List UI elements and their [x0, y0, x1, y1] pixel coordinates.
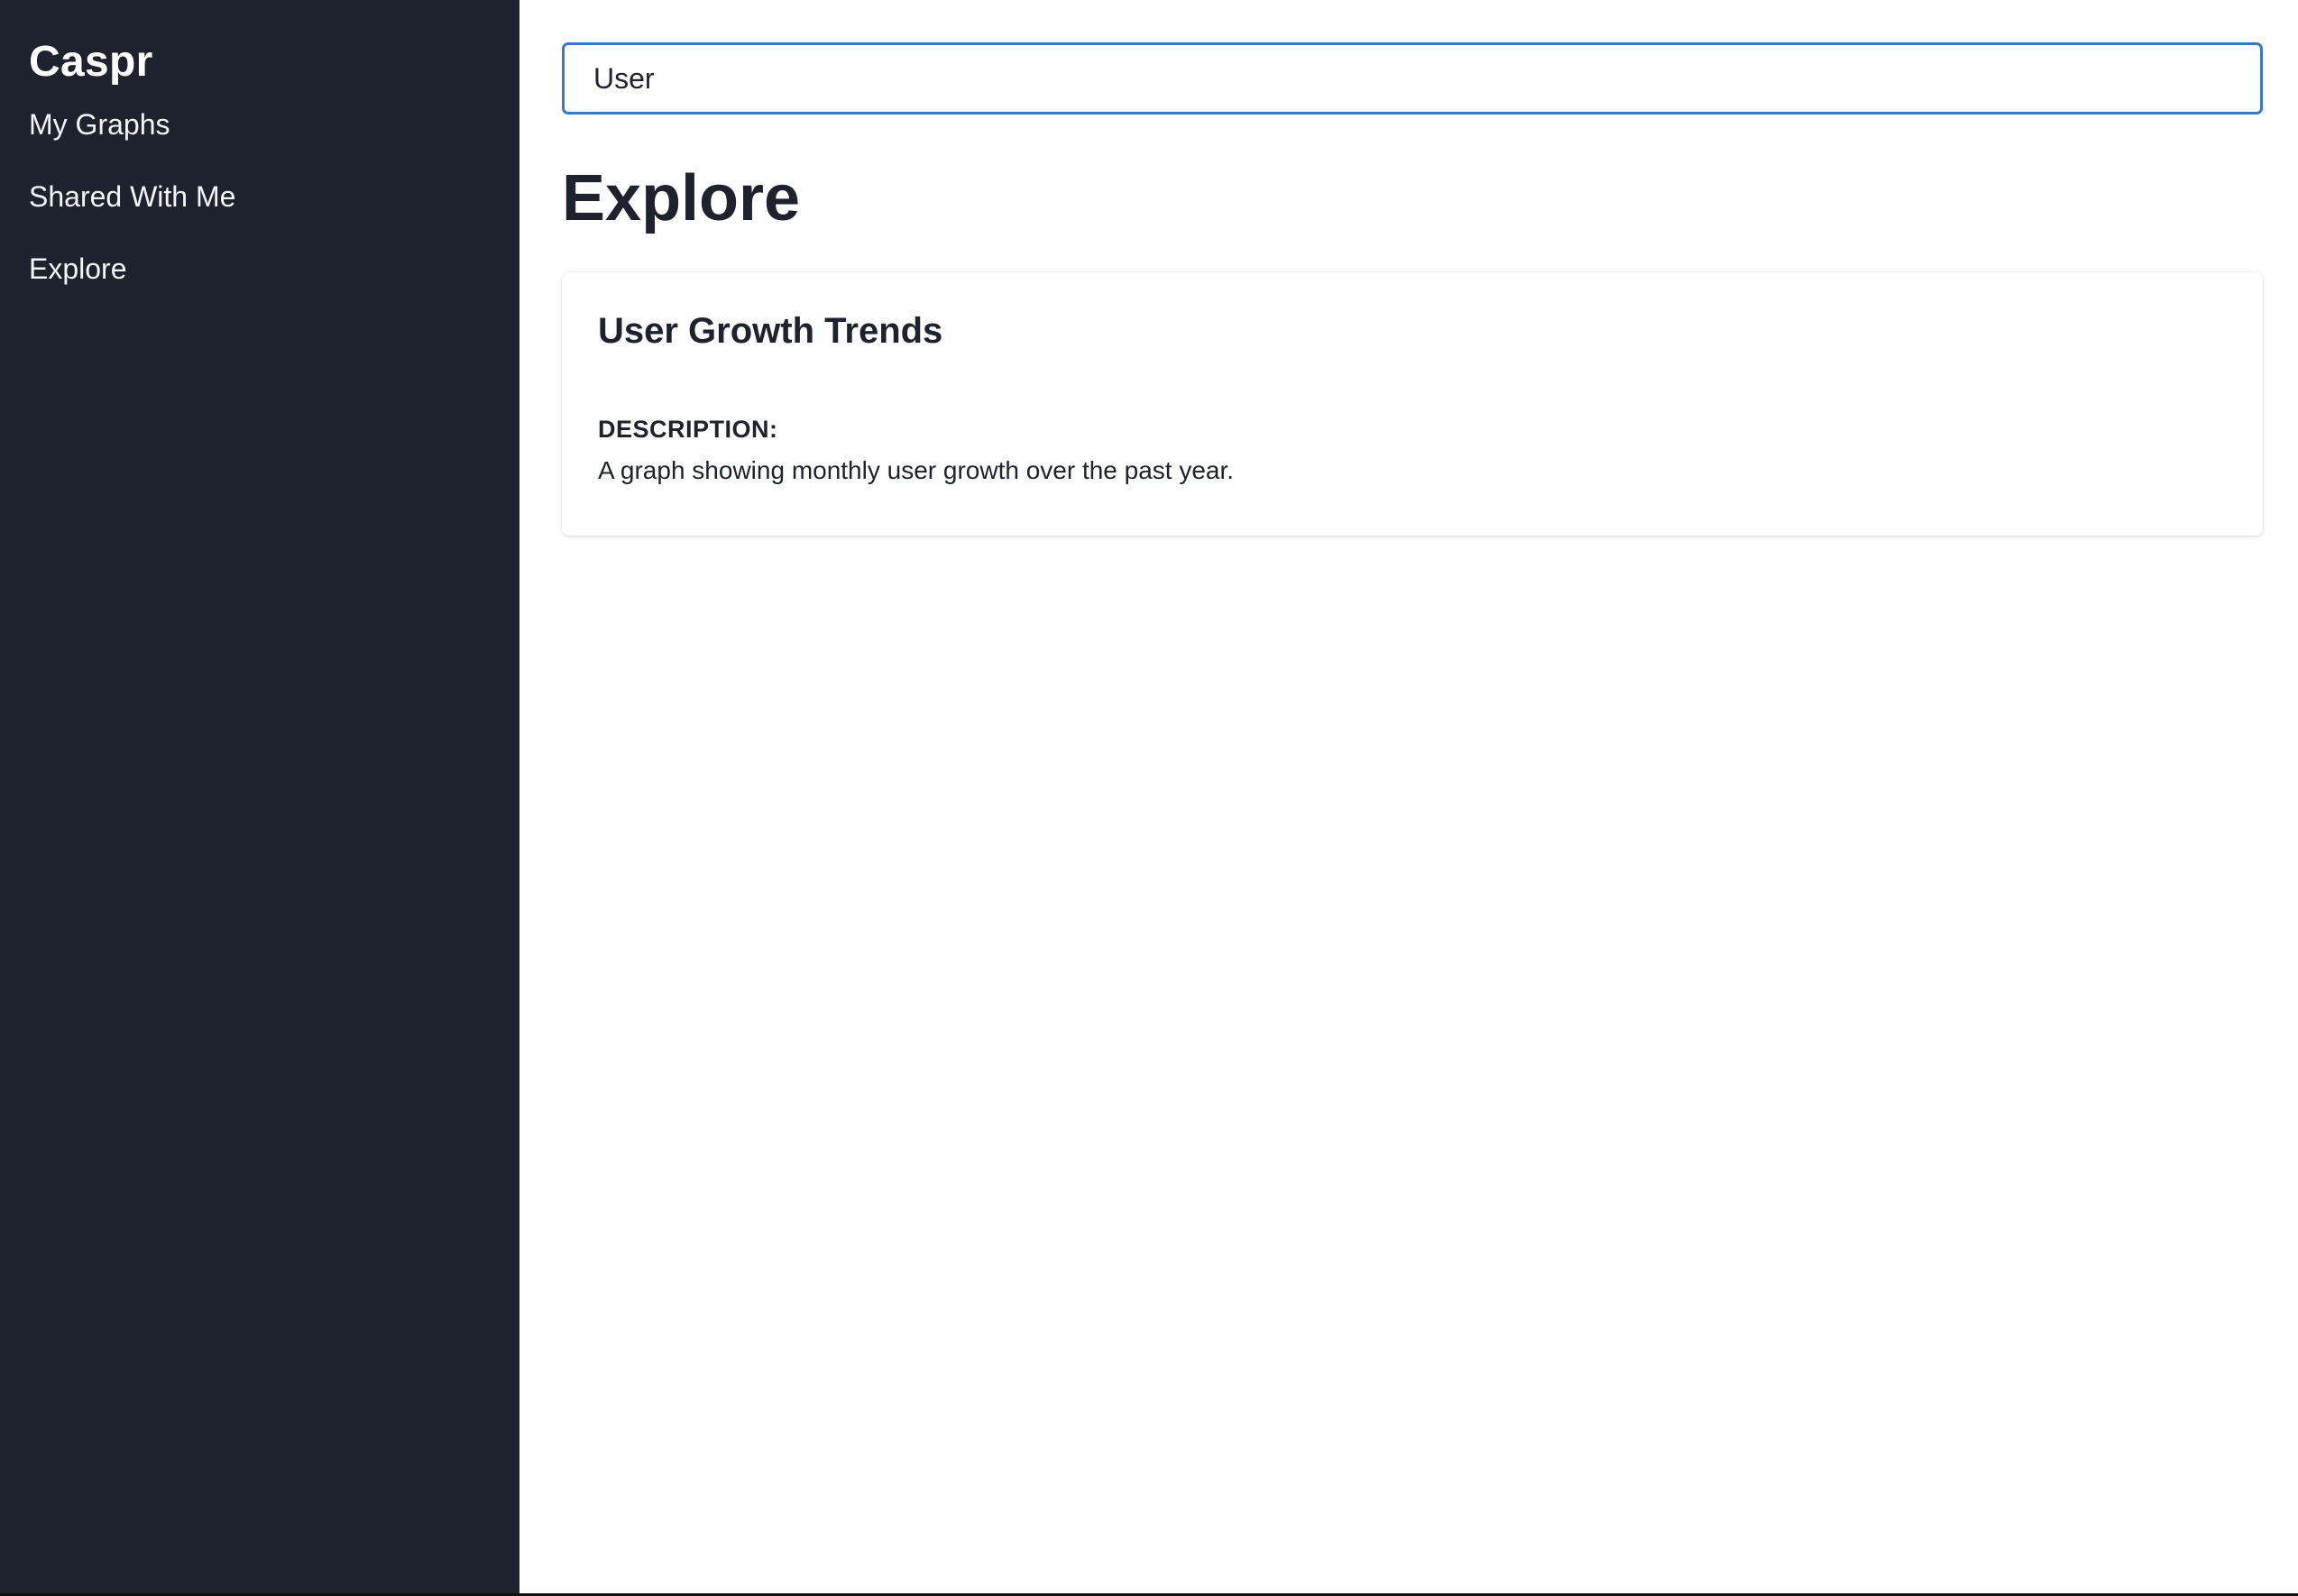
sidebar: Caspr My Graphs Shared With Me Explore [0, 0, 519, 1593]
graph-card-description-label: DESCRIPTION: [598, 416, 778, 443]
brand-logo[interactable]: Caspr [29, 36, 519, 88]
graph-card-title: User Growth Trends [598, 311, 943, 351]
sidebar-item-explore[interactable]: Explore [29, 251, 519, 287]
main-content: Explore User Growth Trends DESCRIPTION: … [519, 0, 2298, 1593]
page-title: Explore [562, 162, 801, 234]
sidebar-item-my-graphs[interactable]: My Graphs [29, 106, 519, 142]
app-window: Caspr My Graphs Shared With Me Explore E… [0, 0, 2298, 1596]
graph-card-description: A graph showing monthly user growth over… [598, 456, 1235, 484]
search-input[interactable] [562, 42, 2263, 115]
graph-card[interactable]: User Growth Trends DESCRIPTION: A graph … [562, 272, 2263, 536]
sidebar-item-shared-with-me[interactable]: Shared With Me [29, 179, 519, 215]
